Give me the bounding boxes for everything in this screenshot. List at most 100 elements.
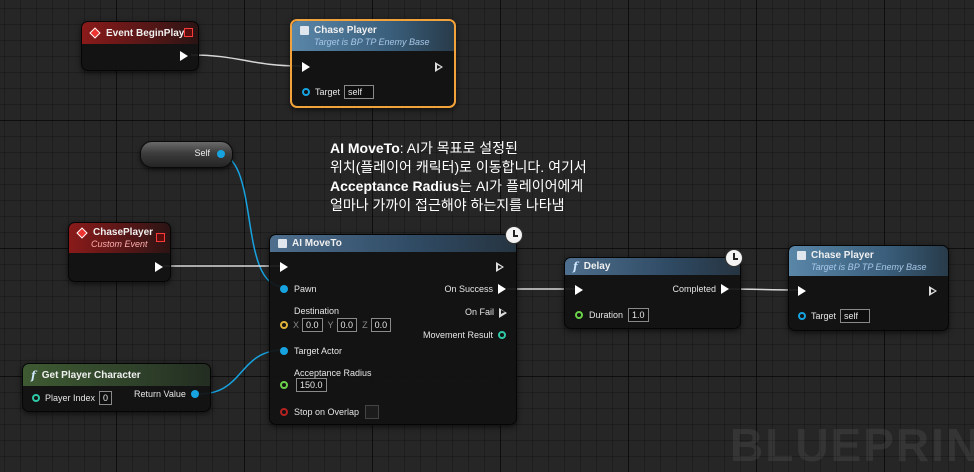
chase-right-exec-in[interactable] [798,286,806,296]
object-pin-icon [280,285,288,293]
event-icon [76,226,88,239]
exec-pin-icon [721,284,729,294]
custom-event-subtitle: Custom Event [91,239,148,249]
ai-moveto-header[interactable]: AI MoveTo [270,235,516,252]
self-reference-node[interactable]: Self [140,141,233,168]
event-beginplay-node[interactable]: Event BeginPlay [81,21,199,71]
comment-line2: 위치(플레이어 캐릭터)로 이동합니다. 여기서 [330,159,587,175]
ai-moveto-node[interactable]: AI MoveTo Pawn On Success Destination On… [269,234,517,425]
blueprint-watermark: BLUEPRINT [730,419,974,471]
delay-exec-in[interactable] [575,285,583,295]
stop-on-overlap-pin[interactable]: Stop on Overlap [280,405,380,419]
comment-line3-rest: 는 AI가 플레이어에게 [459,178,584,194]
completed-pin[interactable]: Completed [672,284,729,294]
chase-player-node-top[interactable]: Chase Player Target is BP TP Enemy Base … [290,19,456,108]
delay-title: Delay [583,261,611,272]
return-value-pin[interactable]: Return Value [134,389,199,399]
float-pin-icon [575,311,583,319]
get-player-character-header[interactable]: f Get Player Character [23,364,210,386]
ai-moveto-title: AI MoveTo [292,238,342,249]
player-index-value[interactable]: 0 [99,391,113,405]
chase-player-top-title: Chase Player [314,25,377,36]
chase-player-node-right[interactable]: Chase Player Target is BP TP Enemy Base … [788,245,949,331]
z-axis-label: Z [362,320,368,330]
player-index-label: Player Index [45,393,96,403]
chase-player-top-header[interactable]: Chase Player Target is BP TP Enemy Base [292,21,454,51]
chase-top-target-pin[interactable]: Target self [302,85,375,99]
on-fail-pin[interactable]: On Fail [465,307,507,318]
completed-label: Completed [672,284,716,294]
exec-pin-icon [575,285,583,295]
duration-pin[interactable]: Duration 1.0 [575,308,649,322]
y-axis-label: Y [327,320,334,330]
chase-right-target-value[interactable]: self [840,309,871,323]
stop-on-overlap-checkbox[interactable] [365,405,380,419]
event-beginplay-title: Event BeginPlay [106,27,185,39]
destination-y-value[interactable]: 0.0 [336,318,358,332]
event-icon [89,27,101,39]
get-player-character-node[interactable]: f Get Player Character Player Index 0 Re… [22,363,211,412]
return-value-label: Return Value [134,389,186,399]
chase-top-target-label: Target [315,87,341,97]
x-axis-label: X [293,320,300,330]
vector-pin-icon [280,321,288,329]
wire-beginplay-to-chase[interactable] [190,54,302,67]
function-icon: f [573,260,578,273]
object-pin-icon [302,88,310,96]
comment-line3-bold: Acceptance Radius [330,178,460,194]
duration-value[interactable]: 1.0 [628,308,649,322]
pawn-pin[interactable]: Pawn [280,284,317,294]
function-icon [278,239,287,248]
on-success-pin[interactable]: On Success [444,284,506,294]
function-icon: f [31,368,36,382]
exec-pin-icon [498,284,506,294]
comment-line4: 얼마나 가까이 접근해야 하는지를 나타냄 [330,197,565,213]
on-success-label: On Success [444,284,493,294]
exec-pin-icon [798,286,806,296]
acceptance-radius-value[interactable]: 150.0 [296,378,327,392]
delay-node[interactable]: f Delay Completed Duration 1.0 [564,257,741,329]
comment-line1-rest: : AI가 목표로 설정된 [399,140,518,156]
delegate-pin-icon[interactable] [184,28,193,37]
delegate-pin-icon[interactable] [156,233,165,242]
exec-pin-hollow-icon [929,286,937,296]
event-beginplay-header[interactable]: Event BeginPlay [82,22,198,44]
chase-player-right-subtitle: Target is BP TP Enemy Base [811,262,927,272]
chase-right-exec-out[interactable] [929,286,937,296]
acceptance-radius-pin[interactable]: 150.0 [280,378,327,392]
chase-top-exec-out[interactable] [435,62,443,72]
target-actor-pin[interactable]: Target Actor [280,346,342,356]
destination-z-value[interactable]: 0.0 [370,318,392,332]
delay-header[interactable]: f Delay [565,258,740,275]
chase-right-target-pin[interactable]: Target self [798,309,871,323]
target-actor-label: Target Actor [294,346,343,356]
destination-label: Destination [294,306,340,316]
movement-result-pin[interactable]: Movement Result [423,330,506,340]
object-pin-icon [280,347,288,355]
destination-pin[interactable]: X 0.0 Y 0.0 Z 0.0 [280,318,392,332]
moveto-exec-in[interactable] [280,262,288,272]
enum-pin-icon [498,331,506,339]
moveto-exec-out[interactable] [496,262,504,272]
destination-x-value[interactable]: 0.0 [302,318,323,332]
custom-event-exec-out[interactable] [155,262,163,272]
self-output-pin[interactable] [217,150,225,158]
get-player-character-title: Get Player Character [41,369,141,381]
beginplay-exec-out[interactable] [180,51,188,61]
chase-player-top-subtitle: Target is BP TP Enemy Base [314,37,430,47]
duration-label: Duration [589,310,624,320]
chase-top-target-value[interactable]: self [344,85,375,99]
player-index-pin[interactable]: Player Index 0 [32,391,113,405]
integer-pin-icon [32,394,40,402]
chase-player-right-title: Chase Player [811,250,874,261]
chase-top-exec-in[interactable] [302,62,310,72]
exec-pin-hollow-icon [435,62,443,72]
object-pin-icon [190,390,199,398]
exec-pin-icon [180,51,188,61]
custom-event-header[interactable]: ChasePlayer Custom Event [69,223,170,253]
custom-event-title: ChasePlayer [93,227,154,238]
chase-player-right-header[interactable]: Chase Player Target is BP TP Enemy Base [789,246,948,276]
comment-line1-bold: AI MoveTo [330,140,400,156]
object-pin-icon [798,312,806,320]
custom-event-node[interactable]: ChasePlayer Custom Event [68,222,171,282]
